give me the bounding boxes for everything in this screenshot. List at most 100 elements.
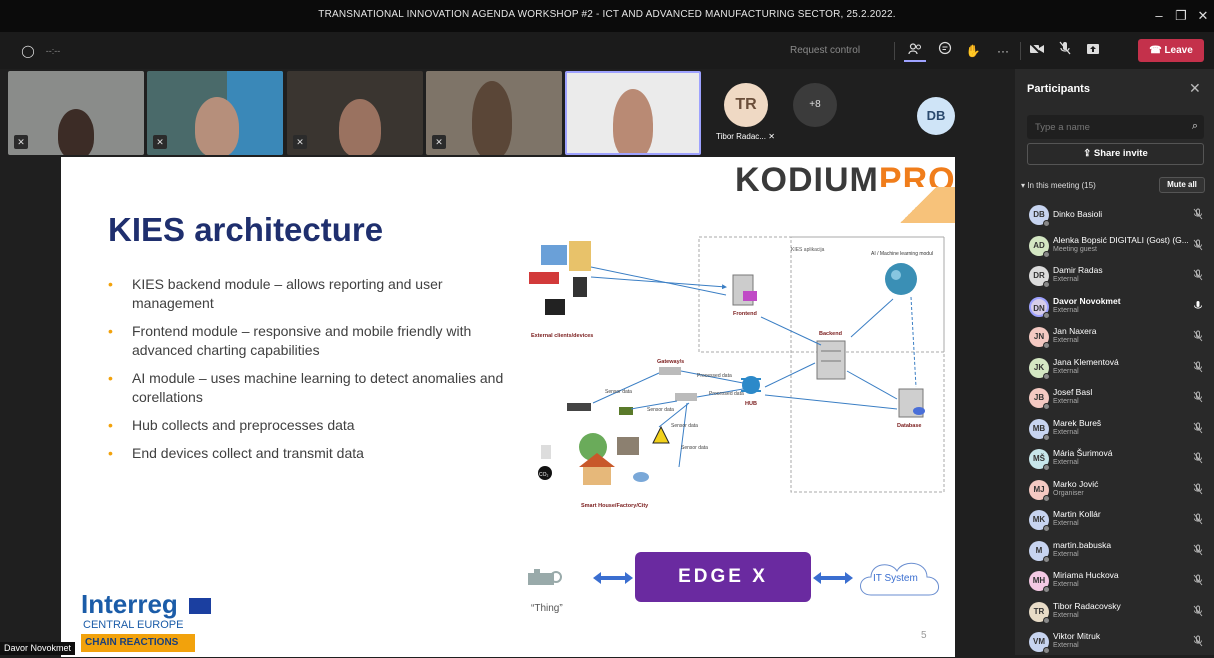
mic-off-icon: ✕ — [432, 135, 446, 149]
mic-off-icon: ✕ — [14, 135, 28, 149]
mic-off-icon[interactable] — [1193, 544, 1203, 558]
participant-row[interactable]: JN Jan Naxera External — [1015, 322, 1214, 353]
window-title: TRANSNATIONAL INNOVATION AGENDA WORKSHOP… — [318, 9, 896, 20]
mic-off-icon[interactable] — [1193, 452, 1203, 466]
avatar[interactable]: DB — [917, 97, 955, 135]
participant-row[interactable]: MJ Marko Jović Organiser — [1015, 475, 1214, 506]
mic-off-icon[interactable] — [1193, 605, 1203, 619]
mic-off-icon: ✕ — [768, 132, 775, 141]
video-tile[interactable]: ✕ — [426, 71, 562, 155]
participant-role: External — [1053, 611, 1079, 619]
participant-row[interactable]: DR Damir Radas External — [1015, 261, 1214, 292]
mic-icon[interactable] — [1193, 300, 1203, 314]
svg-text:Sensor data: Sensor data — [681, 445, 708, 451]
participants-icon[interactable] — [904, 40, 926, 62]
camera-off-icon[interactable] — [1026, 40, 1048, 62]
participant-name: Marek Bureš — [1053, 417, 1102, 428]
participant-name: Martin Kollár — [1053, 509, 1101, 519]
participant-role: External — [1053, 642, 1079, 649]
phone-hangup-icon: ☎ — [1149, 45, 1162, 56]
close-icon[interactable]: ✕ — [1192, 6, 1214, 26]
svg-text:Smart House/Factory/City: Smart House/Factory/City — [581, 503, 649, 509]
slide-number: 5 — [921, 630, 927, 641]
participant-row[interactable]: Mmartin.babuska External — [1015, 536, 1214, 567]
maximize-icon[interactable]: ❐ — [1170, 6, 1192, 26]
more-participants-button[interactable]: +8 — [793, 83, 837, 127]
participant-name: Davor Novokmet — [1053, 295, 1121, 306]
leave-button[interactable]: ☎ Leave — [1138, 39, 1204, 62]
participant-row[interactable]: TR Tibor Radacovsky External — [1015, 597, 1214, 628]
mute-all-button[interactable]: Mute all — [1159, 177, 1205, 193]
participant-row[interactable]: VM Viktor Mitruk External — [1015, 627, 1214, 658]
presence-status-icon — [1043, 342, 1050, 349]
in-meeting-header[interactable]: ▾ In this meeting (15) — [1021, 181, 1096, 190]
presence-status-icon — [1043, 586, 1050, 593]
participant-name: Dinko Basioli — [1053, 209, 1103, 219]
meeting-timer: --:-- — [45, 46, 61, 56]
mic-off-icon[interactable] — [1193, 239, 1203, 253]
mic-off-icon[interactable] — [1193, 635, 1203, 649]
participant-row[interactable]: DN Davor Novokmet External — [1015, 292, 1214, 323]
mic-off-icon[interactable] — [1193, 422, 1203, 436]
participant-name: Miriama Huckova — [1053, 570, 1119, 580]
participant-role: Organiser — [1053, 489, 1084, 497]
mic-off-icon[interactable] — [1193, 361, 1203, 375]
participant-row[interactable]: MK Martin Kollár External — [1015, 505, 1214, 536]
participant-row[interactable]: JK Jana Klementová External — [1015, 353, 1214, 384]
participant-row[interactable]: MH Miriama Huckova External — [1015, 566, 1214, 597]
mic-off-icon[interactable] — [1193, 483, 1203, 497]
backend-server-icon — [816, 340, 846, 380]
mic-off-icon[interactable] — [1193, 269, 1203, 283]
participant-row[interactable]: MŠ Mária Šurimová External — [1015, 444, 1214, 475]
mic-off-icon[interactable] — [1193, 513, 1203, 527]
slide-title: KIES architecture — [108, 211, 384, 248]
mic-off-icon[interactable] — [1193, 391, 1203, 405]
video-tile-active-speaker[interactable] — [565, 71, 701, 155]
mic-off-icon[interactable] — [1054, 40, 1076, 62]
interreg-region: CENTRAL EUROPE — [83, 619, 184, 631]
presence-status-icon — [1043, 311, 1050, 319]
participant-role: External — [1053, 581, 1079, 588]
video-tile[interactable]: ✕ — [8, 71, 144, 155]
meeting-toolbar: ◯ --:-- Request control ✋ ··· ☎ Leave — [0, 32, 1214, 69]
video-tile[interactable]: ✕ — [287, 71, 423, 155]
participant-row[interactable]: JB Josef Basl External — [1015, 383, 1214, 414]
presence-status-icon — [1043, 372, 1050, 380]
participant-name: Damir Radas — [1053, 265, 1103, 275]
participant-row[interactable]: MB Marek Bureš External — [1015, 414, 1214, 445]
chat-icon[interactable] — [934, 40, 956, 62]
mic-off-icon: ✕ — [153, 135, 167, 149]
participant-video — [339, 99, 381, 155]
participant-name: Mária Šurimová — [1053, 448, 1113, 458]
mic-off-icon[interactable] — [1193, 208, 1203, 222]
search-icon[interactable]: ⌕ — [1192, 120, 1198, 133]
bullet-item: Hub collects and preprocesses data — [105, 416, 505, 435]
request-control-button[interactable]: Request control — [790, 45, 860, 56]
shield-icon: ◯ — [21, 44, 35, 58]
minimize-icon[interactable]: – — [1148, 6, 1170, 26]
chevron-down-icon: ▾ — [1021, 181, 1026, 190]
search-input[interactable] — [1027, 115, 1177, 139]
close-icon[interactable]: ✕ — [1189, 80, 1201, 97]
double-arrow-icon — [593, 571, 633, 585]
meeting-stage: ✕ ✕ ✕ ✕ TR Tibor Radac... ✕ +8 DB KODIUM… — [0, 69, 1015, 657]
share-invite-button[interactable]: ⇪ Share invite — [1027, 143, 1204, 165]
more-options-icon[interactable]: ··· — [992, 40, 1014, 62]
mic-off-icon[interactable] — [1193, 574, 1203, 588]
reactions-icon[interactable]: ✋ — [962, 40, 984, 62]
presence-status-icon — [1043, 281, 1050, 288]
it-system-label: IT System — [873, 573, 918, 584]
participant-role: External — [1053, 367, 1079, 375]
share-screen-icon[interactable] — [1082, 40, 1104, 62]
participant-role: External — [1053, 398, 1079, 405]
participant-row[interactable]: AD Alenka Bopsić DIGITALI (Gost) (G... Mee… — [1015, 231, 1214, 262]
bullet-item: Frontend module – responsive and mobile … — [105, 322, 505, 360]
avatar[interactable]: TR — [724, 83, 768, 127]
mic-off-icon: ✕ — [293, 135, 307, 149]
svg-text:Sensor data: Sensor data — [647, 407, 674, 413]
mic-off-icon[interactable] — [1193, 330, 1203, 344]
external-devices-icon — [529, 241, 591, 315]
participant-row[interactable]: DB Dinko Basioli — [1015, 200, 1214, 231]
video-tile[interactable]: ✕ — [147, 71, 283, 155]
ai-brain-icon — [885, 263, 917, 295]
